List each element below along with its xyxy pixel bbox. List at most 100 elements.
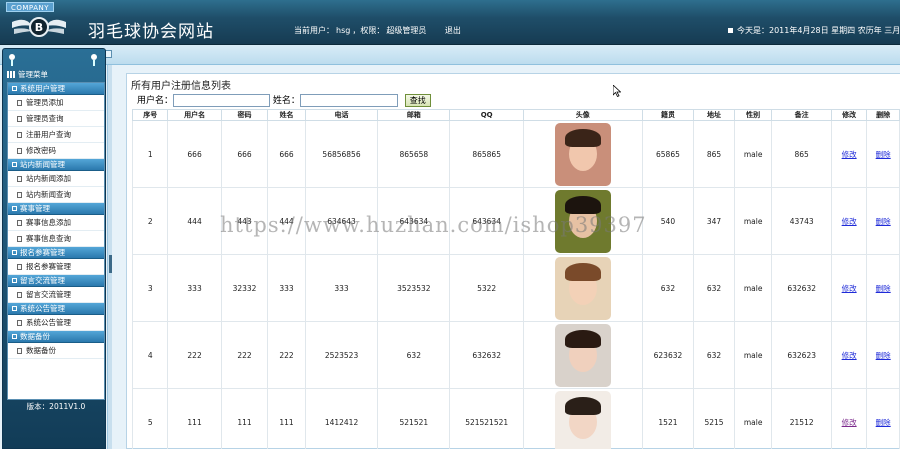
note-cell: 632623 bbox=[771, 321, 832, 389]
username-cell: 333 bbox=[167, 254, 222, 322]
menu-section-header[interactable]: 系统公告管理 bbox=[8, 303, 104, 315]
table-row: 2 444 443 444 634643 643634 643634 540 347 male 43… bbox=[131, 187, 900, 255]
delete-link[interactable]: 删除 bbox=[876, 217, 891, 226]
edit-cell: 修改 bbox=[830, 321, 868, 389]
menu-item[interactable]: 修改密码 bbox=[8, 143, 104, 159]
search-form: 用户名： 姓名： 查找 bbox=[137, 94, 431, 108]
menu-section-header[interactable]: 报名参赛管理 bbox=[8, 247, 104, 259]
menu-item[interactable]: 赛事信息添加 bbox=[8, 215, 104, 231]
delete-link[interactable]: 删除 bbox=[876, 418, 891, 427]
menu-section-header[interactable]: 数据备份 bbox=[8, 331, 104, 343]
qq-cell: 632632 bbox=[449, 321, 524, 389]
page-title: 所有用户注册信息列表 bbox=[131, 81, 231, 92]
qq-cell: 865865 bbox=[449, 120, 524, 188]
search-button[interactable]: 查找 bbox=[404, 94, 431, 107]
sub-toolbar bbox=[0, 45, 900, 65]
menu-item[interactable]: 管理员添加 bbox=[8, 95, 104, 111]
menu-item[interactable]: 系统公告管理 bbox=[8, 315, 104, 331]
logout-link[interactable]: 退出 bbox=[445, 26, 461, 35]
section-square-icon bbox=[12, 334, 17, 339]
menu-item-label: 系统公告管理 bbox=[26, 318, 71, 327]
edit-link[interactable]: 修改 bbox=[842, 418, 857, 427]
sidebar: 管理菜单 系统用户管理 管理员添加 管理员查询 注册用户查询 修改密码 站内新闻管理 站内新… bbox=[2, 48, 106, 449]
avatar-photo bbox=[554, 390, 611, 449]
avatar-cell bbox=[522, 120, 643, 188]
origin-cell: 65865 bbox=[641, 120, 695, 188]
delete-link[interactable]: 删除 bbox=[876, 150, 891, 159]
origin-cell: 632 bbox=[641, 254, 695, 322]
document-icon bbox=[17, 116, 22, 122]
menu-item-label: 报名参赛管理 bbox=[26, 262, 71, 271]
username-cell: 222 bbox=[167, 321, 222, 389]
table-row: 4 222 222 222 2523523 632 632632 623632 632 male 6… bbox=[131, 321, 900, 389]
winged-b-logo-icon: B bbox=[12, 17, 66, 37]
menu-section-header[interactable]: 赛事管理 bbox=[8, 203, 104, 215]
menu-section-title: 留言交流管理 bbox=[20, 276, 65, 285]
phone-cell: 634643 bbox=[304, 187, 379, 255]
email-cell: 865658 bbox=[377, 120, 451, 188]
table-row: 5 111 111 111 1412412 521521 521521521 1521 5215… bbox=[131, 388, 900, 449]
edit-link[interactable]: 修改 bbox=[842, 217, 857, 226]
username-cell: 444 bbox=[167, 187, 222, 255]
edit-link[interactable]: 修改 bbox=[842, 351, 857, 360]
name-search-input[interactable] bbox=[299, 94, 398, 107]
menu-item-label: 注册用户查询 bbox=[26, 130, 71, 139]
column-header: 密码 bbox=[220, 109, 269, 121]
menu-item[interactable]: 站内新闻查询 bbox=[8, 187, 104, 203]
column-header: 删除 bbox=[866, 109, 900, 121]
menu-section-header[interactable]: 留言交流管理 bbox=[8, 275, 104, 287]
document-icon bbox=[17, 192, 22, 198]
menu-item[interactable]: 站内新闻添加 bbox=[8, 171, 104, 187]
delete-link[interactable]: 删除 bbox=[876, 351, 891, 360]
menu-item[interactable]: 数据备份 bbox=[8, 343, 104, 359]
column-header: 修改 bbox=[830, 109, 868, 121]
edit-link[interactable]: 修改 bbox=[842, 284, 857, 293]
menu-item-label: 留言交流管理 bbox=[26, 290, 71, 299]
edit-cell: 修改 bbox=[830, 254, 868, 322]
menu-item[interactable]: 留言交流管理 bbox=[8, 287, 104, 303]
document-icon bbox=[17, 100, 22, 106]
menu-item-label: 数据备份 bbox=[26, 346, 56, 355]
date-text: 今天是：2011年4月28日 星期四 农历年 三月廿 bbox=[737, 26, 900, 35]
svg-text:B: B bbox=[35, 21, 43, 34]
password-cell: 666 bbox=[220, 120, 269, 188]
delete-link[interactable]: 删除 bbox=[876, 284, 891, 293]
menu-section-header[interactable]: 系统用户管理 bbox=[8, 83, 104, 95]
menu-section-header[interactable]: 站内新闻管理 bbox=[8, 159, 104, 171]
avatar-cell bbox=[522, 388, 643, 449]
date-display: 今天是：2011年4月28日 星期四 农历年 三月廿 bbox=[728, 25, 900, 36]
table-row: 1 666 666 666 56856856 865658 865865 65865 865 ma… bbox=[131, 120, 900, 188]
address-cell: 632 bbox=[693, 254, 735, 322]
user-info: 当前用户： hsg ，权限： 超级管理员 退出 bbox=[294, 25, 463, 36]
qq-cell: 5322 bbox=[449, 254, 524, 322]
table-row: 3 333 32332 333 333 3523532 5322 632 632 male 6326… bbox=[131, 254, 900, 322]
address-cell: 347 bbox=[693, 187, 735, 255]
menu-item[interactable]: 报名参赛管理 bbox=[8, 259, 104, 275]
section-square-icon bbox=[12, 306, 17, 311]
username-search-input[interactable] bbox=[173, 94, 271, 107]
section-square-icon bbox=[12, 162, 17, 167]
menu-item[interactable]: 管理员查询 bbox=[8, 111, 104, 127]
menu-list: 系统用户管理 管理员添加 管理员查询注册用户查询修改密码 站内新闻管理 站内新闻添加站内… bbox=[7, 82, 105, 400]
menu-item[interactable]: 注册用户查询 bbox=[8, 127, 104, 143]
qq-cell: 643634 bbox=[449, 187, 524, 255]
role-label: ，权限： bbox=[352, 26, 385, 35]
menu-item-label: 赛事信息添加 bbox=[26, 218, 71, 227]
password-cell: 222 bbox=[220, 321, 269, 389]
site-title: 羽毛球协会网站 bbox=[88, 22, 214, 42]
document-icon bbox=[17, 348, 22, 354]
name-cell: 333 bbox=[267, 254, 306, 322]
document-icon bbox=[17, 220, 22, 226]
menu-item[interactable]: 赛事信息查询 bbox=[8, 231, 104, 247]
username-label: 用户名： bbox=[137, 96, 174, 106]
menu-header: 管理菜单 bbox=[7, 69, 105, 81]
edit-cell: 修改 bbox=[830, 388, 868, 449]
menu-item-label: 站内新闻查询 bbox=[26, 190, 71, 199]
avatar-photo bbox=[554, 323, 611, 387]
sidebar-splitter[interactable] bbox=[107, 65, 112, 449]
email-cell: 643634 bbox=[377, 187, 451, 255]
collapse-handle[interactable] bbox=[109, 255, 112, 273]
column-header: 备注 bbox=[771, 109, 832, 121]
note-cell: 43743 bbox=[771, 187, 832, 255]
edit-link[interactable]: 修改 bbox=[842, 150, 857, 159]
